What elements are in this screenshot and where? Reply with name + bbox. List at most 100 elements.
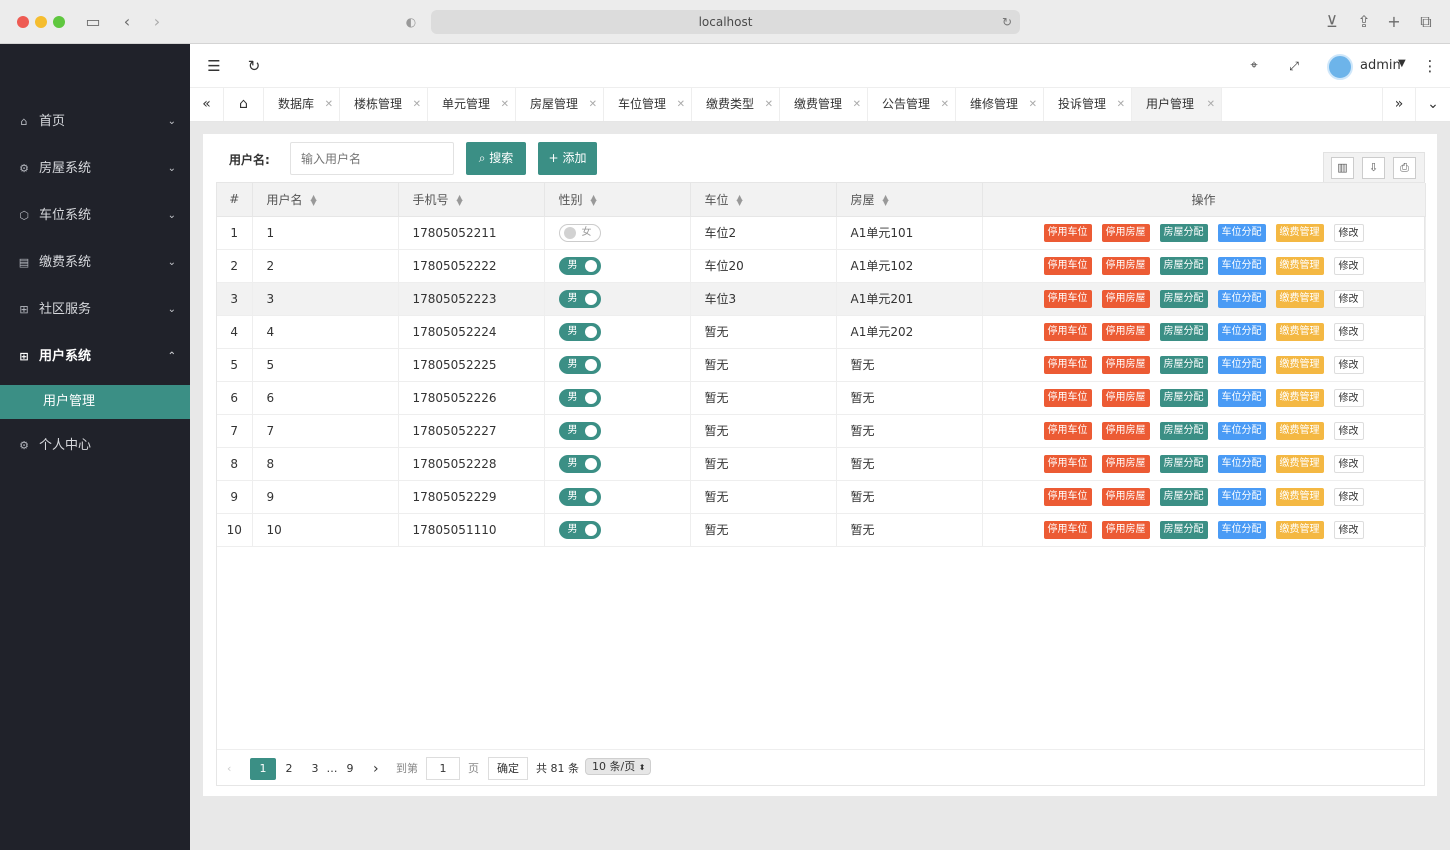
assign-parking-button[interactable]: 车位分配 — [1217, 322, 1266, 341]
back-icon[interactable]: ‹ — [117, 12, 137, 32]
disable-parking-button[interactable]: 停用车位 — [1043, 487, 1092, 506]
more-vertical-icon[interactable]: ⋮ — [1420, 56, 1440, 76]
gender-toggle[interactable]: 男 — [558, 322, 601, 341]
tabs-scroll-right-icon[interactable]: » — [1382, 88, 1416, 121]
address-bar[interactable]: localhost ↻ — [431, 10, 1020, 34]
search-button[interactable]: ⌕ 搜索 — [466, 142, 526, 175]
share-icon[interactable]: ⇪ — [1354, 12, 1374, 32]
page-1[interactable]: 1 — [250, 758, 276, 780]
edit-button[interactable]: 修改 — [1333, 355, 1364, 374]
close-icon[interactable]: ✕ — [677, 88, 685, 121]
page-size-select[interactable]: 10 条/页 ⬍ — [585, 758, 651, 775]
gender-toggle[interactable]: 男 — [558, 256, 601, 275]
tabs-overview-icon[interactable]: ⧉ — [1416, 12, 1436, 32]
page-9[interactable]: 9 — [344, 758, 356, 780]
maximize-window-button[interactable] — [53, 16, 65, 28]
gender-toggle[interactable]: 男 — [558, 289, 601, 308]
tab-houses[interactable]: 房屋管理 ✕ — [516, 88, 604, 121]
disable-parking-button[interactable]: 停用车位 — [1043, 289, 1092, 308]
close-icon[interactable]: ✕ — [1117, 88, 1125, 121]
avatar[interactable] — [1327, 54, 1353, 80]
columns-icon[interactable]: ▥ — [1331, 157, 1354, 179]
username-search-input[interactable] — [290, 142, 454, 175]
username[interactable]: admin — [1360, 58, 1401, 73]
tab-notices[interactable]: 公告管理 ✕ — [868, 88, 956, 121]
gender-toggle[interactable]: 男 — [558, 388, 601, 407]
assign-house-button[interactable]: 房屋分配 — [1159, 388, 1208, 407]
sidebar-item-housing[interactable]: ⚙ 房屋系统 ⌄ — [0, 147, 190, 191]
close-icon[interactable]: ✕ — [941, 88, 949, 121]
disable-parking-button[interactable]: 停用车位 — [1043, 421, 1092, 440]
edit-button[interactable]: 修改 — [1333, 421, 1364, 440]
disable-house-button[interactable]: 停用房屋 — [1101, 454, 1150, 473]
gender-toggle[interactable]: 男 — [558, 421, 601, 440]
disable-parking-button[interactable]: 停用车位 — [1043, 223, 1092, 242]
disable-parking-button[interactable]: 停用车位 — [1043, 355, 1092, 374]
column-header-username[interactable]: 用户名 ▲ ▼ — [252, 183, 399, 217]
edit-button[interactable]: 修改 — [1333, 520, 1364, 539]
assign-parking-button[interactable]: 车位分配 — [1217, 421, 1266, 440]
assign-parking-button[interactable]: 车位分配 — [1217, 487, 1266, 506]
disable-house-button[interactable]: 停用房屋 — [1101, 421, 1150, 440]
edit-button[interactable]: 修改 — [1333, 487, 1364, 506]
minimize-window-button[interactable] — [35, 16, 47, 28]
close-window-button[interactable] — [17, 16, 29, 28]
assign-house-button[interactable]: 房屋分配 — [1159, 520, 1208, 539]
close-icon[interactable]: ✕ — [501, 88, 509, 121]
close-icon[interactable]: ✕ — [589, 88, 597, 121]
fee-management-button[interactable]: 缴费管理 — [1275, 421, 1324, 440]
add-button[interactable]: + 添加 — [538, 142, 597, 175]
assign-parking-button[interactable]: 车位分配 — [1217, 223, 1266, 242]
forward-icon[interactable]: › — [147, 12, 167, 32]
gender-toggle[interactable]: 男 — [558, 454, 601, 473]
assign-parking-button[interactable]: 车位分配 — [1217, 388, 1266, 407]
print-icon[interactable]: ⎙ — [1393, 157, 1416, 179]
tag-icon[interactable]: ⌖ — [1244, 56, 1264, 76]
next-page-icon[interactable]: › — [373, 758, 379, 780]
gender-toggle[interactable]: 男 — [558, 520, 601, 539]
close-icon[interactable]: ✕ — [1207, 88, 1215, 121]
fee-management-button[interactable]: 缴费管理 — [1275, 256, 1324, 275]
new-tab-icon[interactable]: + — [1384, 12, 1404, 32]
fee-management-button[interactable]: 缴费管理 — [1275, 388, 1324, 407]
fee-management-button[interactable]: 缴费管理 — [1275, 289, 1324, 308]
tab-fee-types[interactable]: 缴费类型 ✕ — [692, 88, 780, 121]
fee-management-button[interactable]: 缴费管理 — [1275, 454, 1324, 473]
disable-house-button[interactable]: 停用房屋 — [1101, 520, 1150, 539]
goto-page-input[interactable]: 1 — [426, 757, 460, 780]
gender-toggle[interactable]: 女 — [558, 223, 601, 242]
disable-parking-button[interactable]: 停用车位 — [1043, 256, 1092, 275]
disable-house-button[interactable]: 停用房屋 — [1101, 322, 1150, 341]
caret-down-icon[interactable]: ▼ — [1398, 58, 1406, 69]
assign-house-button[interactable]: 房屋分配 — [1159, 322, 1208, 341]
goto-confirm-button[interactable]: 确定 — [488, 757, 528, 780]
column-header-phone[interactable]: 手机号 ▲ ▼ — [398, 183, 545, 217]
assign-house-button[interactable]: 房屋分配 — [1159, 454, 1208, 473]
sidebar-item-parking[interactable]: ⬡ 车位系统 ⌄ — [0, 194, 190, 238]
assign-house-button[interactable]: 房屋分配 — [1159, 223, 1208, 242]
disable-parking-button[interactable]: 停用车位 — [1043, 322, 1092, 341]
menu-collapse-icon[interactable]: ☰ — [204, 56, 224, 76]
fee-management-button[interactable]: 缴费管理 — [1275, 223, 1324, 242]
tab-fees[interactable]: 缴费管理 ✕ — [780, 88, 868, 121]
assign-house-button[interactable]: 房屋分配 — [1159, 421, 1208, 440]
sort-icon[interactable]: ▲ ▼ — [591, 194, 597, 207]
disable-house-button[interactable]: 停用房屋 — [1101, 355, 1150, 374]
home-tab-icon[interactable]: ⌂ — [224, 88, 264, 121]
disable-house-button[interactable]: 停用房屋 — [1101, 256, 1150, 275]
assign-house-button[interactable]: 房屋分配 — [1159, 487, 1208, 506]
tabs-scroll-left-icon[interactable]: « — [190, 88, 224, 121]
disable-house-button[interactable]: 停用房屋 — [1101, 223, 1150, 242]
close-icon[interactable]: ✕ — [413, 88, 421, 121]
disable-house-button[interactable]: 停用房屋 — [1101, 487, 1150, 506]
fee-management-button[interactable]: 缴费管理 — [1275, 355, 1324, 374]
assign-parking-button[interactable]: 车位分配 — [1217, 289, 1266, 308]
assign-parking-button[interactable]: 车位分配 — [1217, 454, 1266, 473]
tab-complaints[interactable]: 投诉管理 ✕ — [1044, 88, 1132, 121]
assign-parking-button[interactable]: 车位分配 — [1217, 355, 1266, 374]
close-icon[interactable]: ✕ — [325, 88, 333, 121]
tab-database[interactable]: 数据库 ✕ — [264, 88, 340, 121]
download-icon[interactable]: ⊻ — [1322, 12, 1342, 32]
disable-parking-button[interactable]: 停用车位 — [1043, 388, 1092, 407]
edit-button[interactable]: 修改 — [1333, 223, 1364, 242]
